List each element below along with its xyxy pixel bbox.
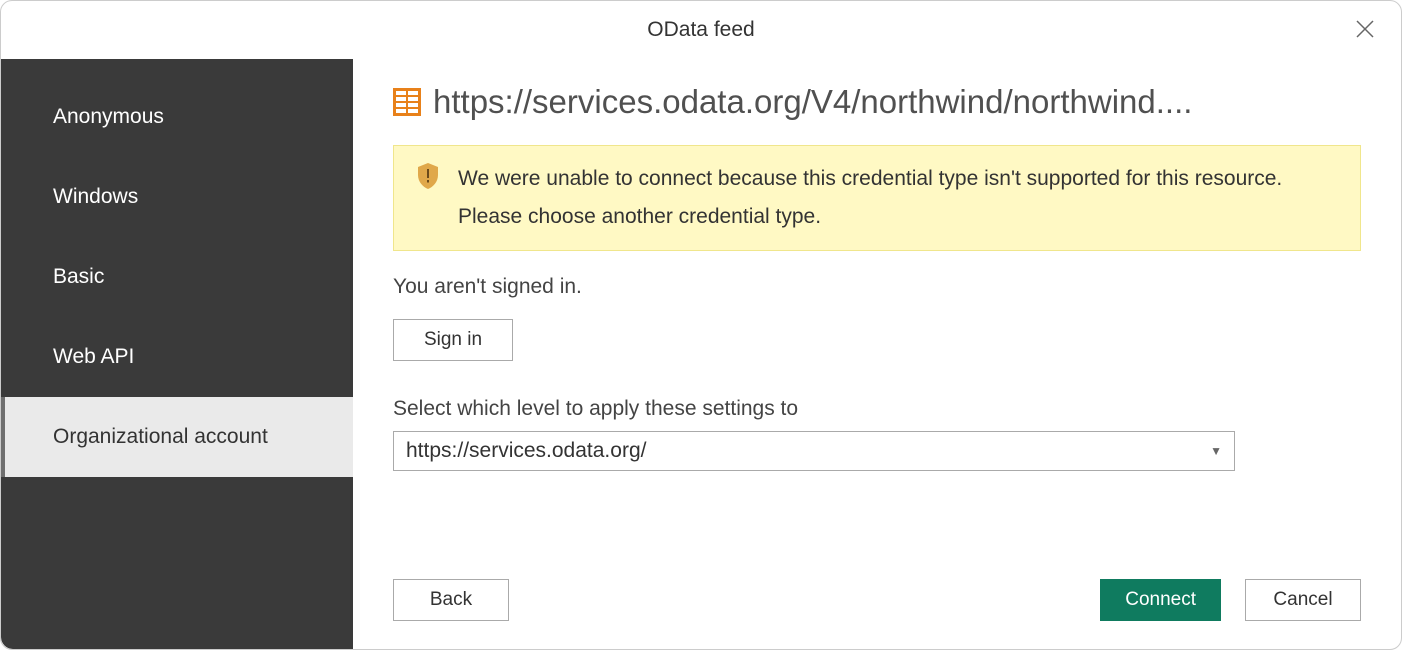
close-icon xyxy=(1355,19,1375,39)
sidebar-item-label: Windows xyxy=(53,185,138,209)
sidebar-item-organizational-account[interactable]: Organizational account xyxy=(1,397,353,477)
feed-url: https://services.odata.org/V4/northwind/… xyxy=(433,83,1192,121)
warning-shield-icon xyxy=(416,162,440,190)
back-button[interactable]: Back xyxy=(393,579,509,621)
sign-in-button[interactable]: Sign in xyxy=(393,319,513,361)
url-row: https://services.odata.org/V4/northwind/… xyxy=(393,83,1361,121)
sidebar-item-web-api[interactable]: Web API xyxy=(1,317,353,397)
sidebar-item-windows[interactable]: Windows xyxy=(1,157,353,237)
connect-button[interactable]: Connect xyxy=(1100,579,1221,621)
cancel-label: Cancel xyxy=(1273,589,1332,611)
sidebar-item-label: Anonymous xyxy=(53,105,164,129)
titlebar: OData feed xyxy=(1,1,1401,59)
sidebar-item-label: Basic xyxy=(53,265,104,289)
cancel-button[interactable]: Cancel xyxy=(1245,579,1361,621)
back-label: Back xyxy=(430,589,472,611)
signin-status: You aren't signed in. xyxy=(393,275,1361,299)
sidebar-item-basic[interactable]: Basic xyxy=(1,237,353,317)
footer-right: Connect Cancel xyxy=(1100,579,1361,621)
odata-credential-dialog: OData feed Anonymous Windows Basic Web A… xyxy=(0,0,1402,650)
sign-in-label: Sign in xyxy=(424,329,482,351)
sidebar-item-label: Web API xyxy=(53,345,134,369)
sidebar-item-anonymous[interactable]: Anonymous xyxy=(1,77,353,157)
odata-feed-icon xyxy=(393,88,421,116)
dialog-title: OData feed xyxy=(647,18,754,42)
level-label: Select which level to apply these settin… xyxy=(393,397,1361,421)
dialog-body: Anonymous Windows Basic Web API Organiza… xyxy=(1,59,1401,649)
level-select-value: https://services.odata.org/ xyxy=(406,439,646,463)
auth-type-sidebar: Anonymous Windows Basic Web API Organiza… xyxy=(1,59,353,649)
level-select[interactable]: https://services.odata.org/ ▼ xyxy=(393,431,1235,471)
dialog-footer: Back Connect Cancel xyxy=(393,579,1361,621)
warning-banner: We were unable to connect because this c… xyxy=(393,145,1361,251)
sidebar-item-label: Organizational account xyxy=(53,425,268,449)
main-panel: https://services.odata.org/V4/northwind/… xyxy=(353,59,1401,649)
chevron-down-icon: ▼ xyxy=(1210,444,1222,458)
close-button[interactable] xyxy=(1351,15,1379,43)
warning-message: We were unable to connect because this c… xyxy=(458,160,1338,236)
connect-label: Connect xyxy=(1125,589,1196,611)
